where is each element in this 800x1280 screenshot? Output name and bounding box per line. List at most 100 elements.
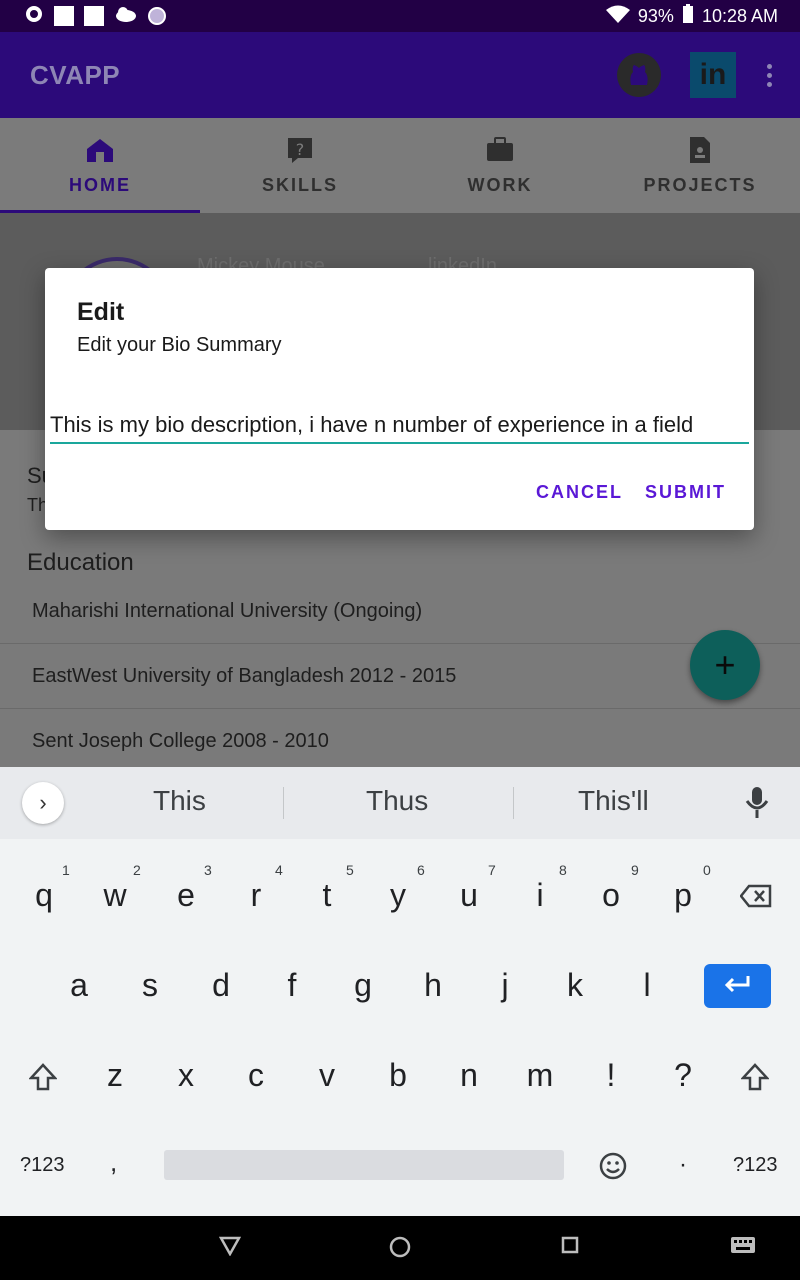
suggestion-item[interactable]: This'll: [578, 785, 649, 817]
key-c[interactable]: c: [226, 1057, 286, 1094]
key-hint: 3: [204, 862, 212, 878]
tab-home[interactable]: HOME: [0, 118, 200, 213]
dialog-title: Edit: [77, 298, 125, 326]
wifi-icon: [605, 5, 630, 28]
help-icon: ?: [285, 135, 315, 165]
key-k[interactable]: k: [545, 967, 605, 1004]
home-icon: [85, 135, 115, 165]
enter-key[interactable]: [704, 964, 771, 1008]
key-q[interactable]: q: [14, 877, 74, 914]
key-hint: 8: [559, 862, 567, 878]
linkedin-icon[interactable]: in: [690, 52, 736, 98]
tab-bar: HOME ? SKILLS WORK PROJECTS: [0, 118, 800, 213]
chevron-right-icon[interactable]: ›: [22, 782, 64, 824]
key-s[interactable]: s: [120, 967, 180, 1004]
notification-icon: [84, 6, 104, 26]
submit-button[interactable]: SUBMIT: [645, 482, 726, 503]
suggestion-item[interactable]: This: [153, 785, 206, 817]
key-r[interactable]: r: [226, 877, 286, 914]
key-v[interactable]: v: [297, 1057, 357, 1094]
key-a[interactable]: a: [49, 967, 109, 1004]
divider: [513, 787, 514, 819]
shift-icon[interactable]: [740, 1063, 770, 1096]
key-hint: 9: [631, 862, 639, 878]
education-heading: Education: [27, 549, 134, 576]
emoji-icon[interactable]: [599, 1152, 627, 1185]
key-j[interactable]: j: [475, 967, 535, 1004]
tab-label: HOME: [69, 175, 131, 195]
key-g[interactable]: g: [333, 967, 393, 1004]
key-d[interactable]: d: [191, 967, 251, 1004]
briefcase-icon: [485, 135, 515, 165]
battery-icon: [682, 3, 694, 29]
battery-percent: 93%: [637, 5, 674, 26]
key-i[interactable]: i: [510, 877, 570, 914]
key-f[interactable]: f: [262, 967, 322, 1004]
edit-bio-dialog: Edit Edit your Bio Summary CANCEL SUBMIT: [45, 268, 754, 530]
key-x[interactable]: x: [156, 1057, 216, 1094]
shift-icon[interactable]: [28, 1063, 58, 1096]
svg-text:?: ?: [296, 140, 305, 159]
key-comma[interactable]: ,: [110, 1147, 117, 1178]
cancel-button[interactable]: CANCEL: [536, 482, 623, 503]
clock: 10:28 AM: [701, 5, 778, 26]
key-hint: 5: [346, 862, 354, 878]
key-z[interactable]: z: [85, 1057, 145, 1094]
key-hint: 0: [703, 862, 711, 878]
key-hint: 2: [133, 862, 141, 878]
key-hint: 4: [275, 862, 283, 878]
key-h[interactable]: h: [403, 967, 463, 1004]
navigation-bar: [0, 1216, 800, 1280]
key-t[interactable]: t: [297, 877, 357, 914]
key-n[interactable]: n: [439, 1057, 499, 1094]
key-p[interactable]: p: [653, 877, 713, 914]
document-icon: [685, 135, 715, 165]
on-screen-keyboard: › This Thus This'll q w e r t y u i o p …: [0, 767, 800, 1216]
divider: [283, 787, 284, 819]
settings-icon: [24, 4, 44, 29]
tab-work[interactable]: WORK: [400, 118, 600, 213]
key-y[interactable]: y: [368, 877, 428, 914]
key-u[interactable]: u: [439, 877, 499, 914]
backspace-icon[interactable]: [739, 884, 772, 913]
symbols-key[interactable]: ?123: [733, 1154, 778, 1177]
tab-label: PROJECTS: [643, 175, 757, 195]
list-item[interactable]: Maharishi International University (Ongo…: [0, 579, 800, 644]
list-item[interactable]: Sent Joseph College 2008 - 2010: [0, 709, 800, 774]
recents-icon[interactable]: [561, 1236, 579, 1259]
key-b[interactable]: b: [368, 1057, 428, 1094]
key-hint: 7: [488, 862, 496, 878]
suggestion-strip: › This Thus This'll: [0, 767, 800, 839]
key-w[interactable]: w: [85, 877, 145, 914]
tab-label: WORK: [467, 175, 533, 195]
key-question[interactable]: ?: [653, 1057, 713, 1094]
microphone-icon[interactable]: [744, 785, 770, 821]
key-l[interactable]: l: [617, 967, 677, 1004]
list-item[interactable]: EastWest University of Bangladesh 2012 -…: [0, 644, 800, 709]
key-m[interactable]: m: [510, 1057, 570, 1094]
education-list: Maharishi International University (Ongo…: [0, 579, 800, 774]
github-icon[interactable]: [616, 52, 662, 98]
overflow-menu-icon[interactable]: [764, 63, 774, 87]
key-hint: 1: [62, 862, 70, 878]
keyboard-switch-icon[interactable]: [730, 1236, 756, 1259]
space-key[interactable]: [164, 1150, 564, 1180]
suggestion-item[interactable]: Thus: [366, 785, 428, 817]
notification-icon: [54, 6, 74, 26]
dialog-subtitle: Edit your Bio Summary: [77, 334, 282, 356]
tab-projects[interactable]: PROJECTS: [600, 118, 800, 213]
key-period[interactable]: ·: [679, 1151, 687, 1179]
add-button[interactable]: +: [690, 630, 760, 700]
app-title: CVAPP: [30, 59, 121, 90]
tab-label: SKILLS: [261, 175, 338, 195]
key-hint: 6: [417, 862, 425, 878]
weather-icon: [114, 4, 138, 29]
back-icon[interactable]: [218, 1236, 242, 1261]
bio-input[interactable]: [50, 408, 749, 444]
key-e[interactable]: e: [156, 877, 216, 914]
home-nav-icon[interactable]: [389, 1236, 411, 1263]
key-o[interactable]: o: [581, 877, 641, 914]
symbols-key[interactable]: ?123: [20, 1154, 65, 1177]
tab-skills[interactable]: ? SKILLS: [200, 118, 400, 213]
key-exclamation[interactable]: !: [581, 1057, 641, 1094]
